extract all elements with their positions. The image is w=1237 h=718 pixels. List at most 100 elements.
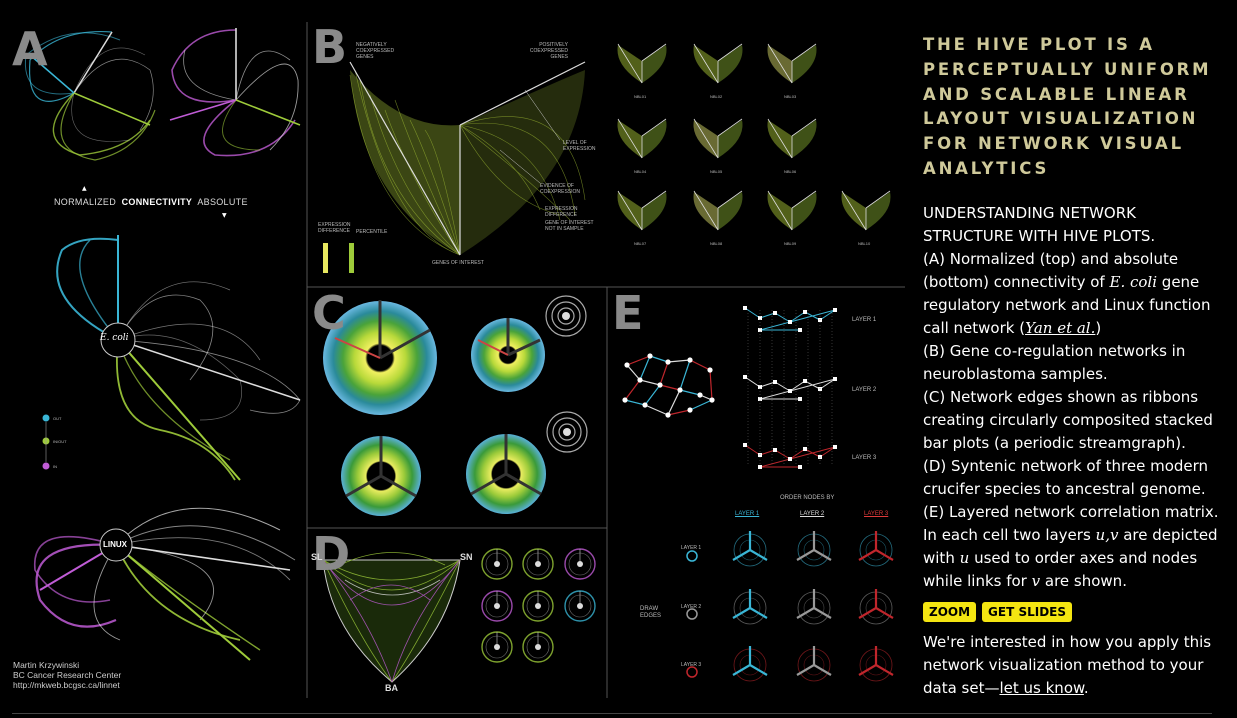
expr-diff-key-label: EXPRESSION DIFFERENCE [545,206,578,218]
panel-b [323,61,586,273]
nbl-sample-label: NBL05 [710,169,723,174]
connectivity-label: CONNECTIVITY [121,197,193,207]
matrix-row-marker [686,550,698,562]
figure-caption: UNDERSTANDING NETWORK STRUCTURE WITH HIV… [923,202,1223,593]
bottom-divider [12,713,1212,714]
panel-d [322,548,596,683]
syntenic-mini-hive [564,590,596,622]
nbl-sample-label: NBL01 [634,94,647,99]
mini-hive-plot [767,118,817,159]
syntenic-mini-hive [481,631,513,663]
syntenic-mini-hive [522,631,554,663]
caption-c: (C) Network edges shown as ribbons creat… [923,387,1213,452]
outro-text: We're interested in how you apply this n… [923,631,1223,700]
network-node [657,382,663,388]
credit-url: http://mkweb.bcgsc.ca/linnet [13,680,120,690]
let-us-know-link[interactable]: let us know [999,679,1083,697]
network-node [622,397,628,403]
mini-hive-plot [693,190,743,231]
gene-not-in-sample-label: GENE OF INTEREST NOT IN SAMPLE [545,220,594,232]
page-headline: THE HIVE PLOT IS A PERCEPTUALLY UNIFORM … [923,35,1212,178]
network-node [709,397,715,403]
mini-hive-plot [693,43,743,84]
linux-label: LINUX [103,540,127,549]
matrix-cell-hive [858,589,894,625]
network-layer [743,306,837,332]
caption-b: (B) Gene co-regulation networks in neuro… [923,341,1186,383]
matrix-cell-hive [858,531,894,567]
zoom-button[interactable]: ZOOM [923,601,977,622]
mini-hive-plot [767,43,817,84]
matrix-col-layer-3: LAYER 3 [864,511,889,517]
negatively-coexpressed-label: NEGATIVELY COEXPRESSED GENES [356,42,395,60]
draw-edges-label: DRAW EDGES [640,606,662,620]
normalized-label: NORMALIZED [54,197,117,207]
syntenic-mini-hive [481,590,513,622]
credit-author: Martin Krzywinski [13,660,80,670]
e-layer-1-label: LAYER 1 [852,317,877,323]
legend-inout: IN/OUT [53,439,67,444]
ecoli-label: E. coli [100,333,129,343]
hive-plot-figure: A B C D E NORMALIZED CONNECTIVITY ABSOLU… [0,0,910,710]
caption-d: (D) Syntenic network of three modern cru… [923,456,1209,498]
caption-title: UNDERSTANDING NETWORK STRUCTURE WITH HIV… [923,203,1156,245]
down-triangle-icon: ▼ [222,212,227,219]
caption-a-close: ) [1095,318,1102,337]
nbl-sample-label: NBL08 [710,241,723,246]
panel-label-a: A [12,22,48,76]
e-layer-2-label: LAYER 2 [852,387,877,393]
matrix-cell-hive [732,589,768,625]
network-layer [743,375,837,401]
matrix-row-layer-3: LAYER 3 [681,662,702,668]
matrix-cell-hive [796,646,832,682]
panel-label-c: C [312,286,346,340]
matrix-cell-hive [732,531,768,567]
network-node [707,367,713,373]
mini-hive-plot [767,190,817,231]
var-uv: u,v [1095,525,1119,544]
network-node [665,359,671,365]
matrix-row-marker [686,608,698,620]
network-node [647,353,653,359]
level-of-expression-label: LEVEL OF EXPRESSION [563,140,596,152]
nbl-sample-label: NBL07 [634,241,647,246]
hive-plot-artwork [24,22,905,698]
syntenic-mini-hive [481,548,513,580]
genes-of-interest-label: GENES OF INTEREST [432,260,484,266]
caption-e: (E) Layered network correlation matrix. … [923,501,1223,593]
network-node [687,357,693,363]
network-node [697,392,703,398]
get-slides-button[interactable]: GET SLIDES [982,601,1073,622]
species-name: E. coli [1109,272,1158,291]
matrix-col-layer-2: LAYER 2 [800,511,825,517]
connectivity-label-row: NORMALIZED CONNECTIVITY ABSOLUTE [54,197,248,207]
network-node [642,402,648,408]
matrix-cell-hive [858,646,894,682]
nbl-sample-label: NBL09 [784,241,797,246]
panel-e [622,306,894,682]
network-node [637,377,643,383]
legend-out: OUT [53,416,62,421]
syntenic-mini-hive [522,590,554,622]
matrix-cell-hive [796,531,832,567]
matrix-cell-hive [796,589,832,625]
network-node [665,412,671,418]
sl-label: SL [311,552,323,562]
order-nodes-by-label: ORDER NODES BY [780,495,835,501]
panel-c [323,295,588,516]
mini-hive-plot [617,118,667,159]
figure-credit: Martin Krzywinski BC Cancer Research Cen… [13,660,121,690]
nbl-sample-label: NBL03 [784,94,797,99]
yan-et-al-link[interactable]: Yan et al. [1025,319,1095,337]
e-layer-3-label: LAYER 3 [852,455,877,461]
mini-hive-plot [841,190,891,231]
absolute-label: ABSOLUTE [197,197,248,207]
mini-hive-plot [617,43,667,84]
evidence-label: EVIDENCE OF COEXPRESSION [540,183,581,195]
expression-difference-label: EXPRESSION DIFFERENCE [318,222,351,234]
var-v: v [1031,571,1041,590]
ba-label: BA [385,683,398,693]
mini-hive-plot [617,190,667,231]
matrix-cell-hive [732,646,768,682]
nbl-sample-label: NBL10 [858,241,871,246]
